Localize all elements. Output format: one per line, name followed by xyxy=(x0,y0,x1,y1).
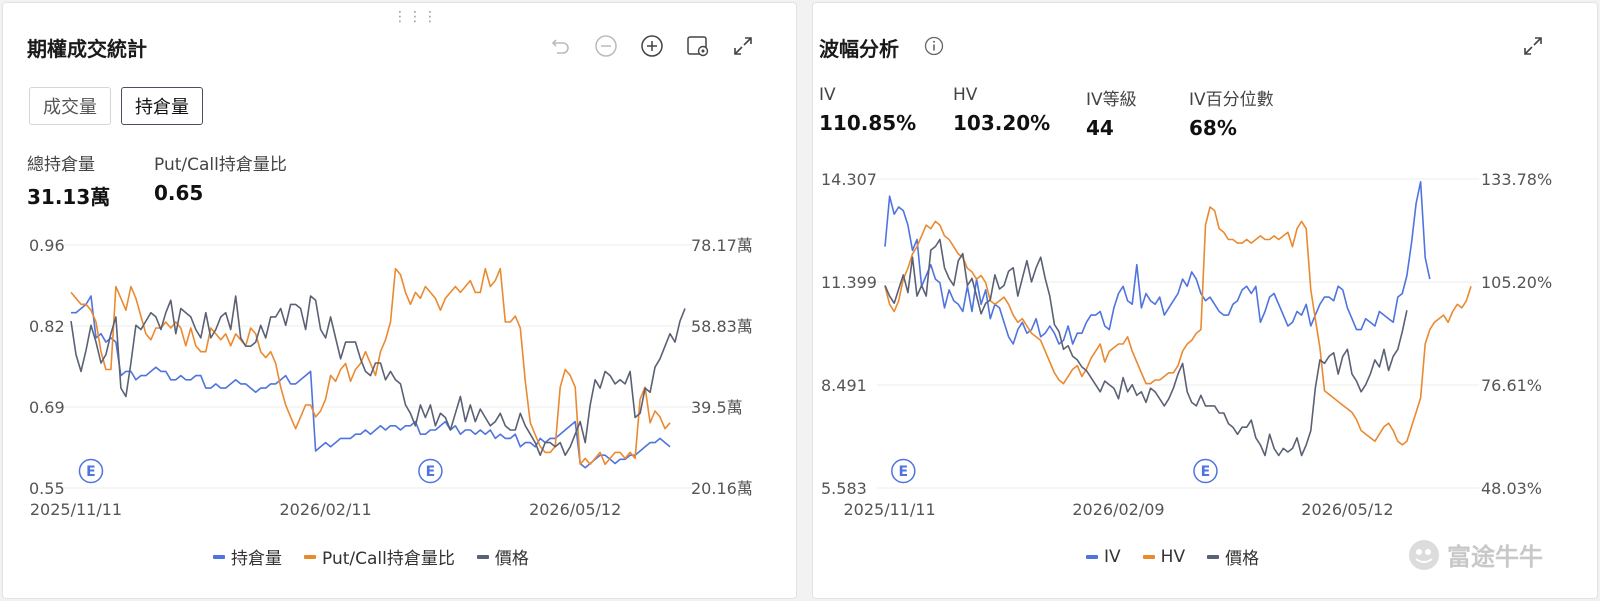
legend-label: Put/Call持倉量比 xyxy=(322,549,455,569)
stat-value: 31.13萬 xyxy=(27,185,111,209)
tab-open-interest[interactable]: 持倉量 xyxy=(121,87,203,125)
event-marker-label: E xyxy=(86,464,96,480)
x-tick-label: 2026/05/12 xyxy=(1301,500,1393,519)
legend-item[interactable]: 價格 xyxy=(476,544,529,569)
legend-swatch xyxy=(1086,554,1098,559)
stat-value: 68% xyxy=(1189,116,1237,140)
event-marker: E xyxy=(78,458,104,484)
stat-label: Put/Call持倉量比 xyxy=(154,155,287,175)
legend-item[interactable]: Put/Call持倉量比 xyxy=(304,544,455,569)
panel-title: 波幅分析 xyxy=(819,37,899,61)
event-marker-label: E xyxy=(1201,464,1211,480)
legend-item[interactable]: 持倉量 xyxy=(213,544,282,569)
y-tick-label-left: 11.399 xyxy=(821,273,877,292)
tab-volume[interactable]: 成交量 xyxy=(29,87,111,125)
stat-value: 0.65 xyxy=(154,181,204,205)
x-tick-label: 2026/02/09 xyxy=(1072,500,1164,519)
zoom-in-icon[interactable] xyxy=(639,33,665,59)
legend-label: 價格 xyxy=(1225,549,1260,569)
drag-handle-icon[interactable]: ⋮⋮⋮ xyxy=(393,9,438,25)
stat-iv-rank: IV等級 44 xyxy=(1086,85,1137,140)
legend-item[interactable]: IV xyxy=(1086,544,1121,569)
legend-swatch xyxy=(476,554,489,559)
y-tick-label-left: 14.307 xyxy=(821,171,877,189)
options-volume-panel: ⋮⋮⋮ 期權成交統計 成交量 持倉量 總持倉量 31.13萬 Put/Call持… xyxy=(2,2,797,599)
y-tick-label-right: 105.20% xyxy=(1481,273,1552,292)
event-marker-label: E xyxy=(426,464,436,480)
stat-value: 110.85% xyxy=(819,111,917,135)
chart-legend: 持倉量 Put/Call持倉量比 價格 xyxy=(213,544,529,569)
chart-legend: IV HV 價格 xyxy=(1086,544,1259,569)
legend-swatch xyxy=(213,554,225,559)
expand-icon[interactable] xyxy=(730,33,756,59)
legend-swatch xyxy=(304,554,316,559)
panel-title: 期權成交統計 xyxy=(27,37,147,61)
series-line xyxy=(71,295,671,469)
event-marker: E xyxy=(891,458,916,484)
stat-value: 103.20% xyxy=(953,111,1051,135)
legend-item[interactable]: HV xyxy=(1142,544,1186,569)
y-tick-label-right: 39.5萬 xyxy=(691,398,743,417)
legend-label: 持倉量 xyxy=(231,549,282,569)
y-tick-label-right: 58.83萬 xyxy=(691,317,753,336)
y-tick-label-right: 20.16萬 xyxy=(691,479,753,498)
x-tick-label: 2025/11/11 xyxy=(30,500,122,519)
stat-label: HV xyxy=(953,85,978,105)
series-line xyxy=(884,206,1472,446)
volatility-panel: 波幅分析 IV 110.85% HV 103.20% IV等級 44 IV百分位… xyxy=(812,2,1598,599)
volatility-chart: 14.307 11.399 8.491 5.583 133.78% 105.20% 76.6… xyxy=(821,171,1552,519)
legend-label: IV xyxy=(1104,546,1121,567)
y-tick-label-right: 78.17萬 xyxy=(691,236,753,255)
y-tick-label-left: 8.491 xyxy=(821,376,867,395)
y-tick-label-left: 5.583 xyxy=(821,479,867,498)
stat-label: 總持倉量 xyxy=(27,155,95,175)
legend-item[interactable]: 價格 xyxy=(1207,544,1259,569)
y-tick-label-right: 76.61% xyxy=(1481,376,1542,395)
stat-iv: IV 110.85% xyxy=(819,85,916,135)
series-line xyxy=(70,295,686,456)
stat-total-oi: 總持倉量 31.13萬 xyxy=(27,150,110,210)
zoom-out-icon[interactable] xyxy=(593,33,619,59)
screenshot-icon[interactable] xyxy=(685,33,711,59)
legend-label: HV xyxy=(1160,546,1186,567)
legend-label: 價格 xyxy=(494,549,529,569)
stat-hv: HV 103.20% xyxy=(953,85,1050,135)
legend-swatch xyxy=(1142,554,1155,559)
watermark: 富途牛牛 xyxy=(1407,537,1543,572)
info-icon[interactable] xyxy=(921,33,947,59)
stat-put-call-ratio: Put/Call持倉量比 0.65 xyxy=(154,150,287,205)
y-tick-label-right: 48.03% xyxy=(1481,479,1542,498)
undo-icon[interactable] xyxy=(548,33,574,59)
event-marker: E xyxy=(1193,458,1218,484)
stat-label: IV xyxy=(819,85,836,105)
watermark-text: 富途牛牛 xyxy=(1447,543,1543,571)
y-tick-label-left: 0.55 xyxy=(29,479,65,498)
metric-tabs: 成交量 持倉量 xyxy=(29,87,203,125)
expand-icon[interactable] xyxy=(1520,33,1546,59)
stat-value: 44 xyxy=(1086,116,1114,140)
open-interest-chart: 0.96 0.82 0.69 0.55 78.17萬 58.83萬 39.5萬 20.16萬 2… xyxy=(29,236,753,519)
stat-label: IV百分位數 xyxy=(1189,90,1274,110)
x-tick-label: 2025/11/11 xyxy=(843,500,935,519)
x-tick-label: 2026/02/11 xyxy=(279,500,371,519)
event-marker-label: E xyxy=(899,464,909,480)
legend-swatch xyxy=(1207,554,1220,559)
y-tick-label-left: 0.69 xyxy=(29,398,65,417)
brand-logo-icon xyxy=(1409,539,1439,570)
series-line xyxy=(884,238,1408,457)
event-marker: E xyxy=(418,458,443,484)
y-tick-label-left: 0.82 xyxy=(29,317,65,336)
x-tick-label: 2026/05/12 xyxy=(529,500,621,519)
series-line xyxy=(884,181,1431,345)
stat-iv-percentile: IV百分位數 68% xyxy=(1189,85,1274,140)
stat-label: IV等級 xyxy=(1086,90,1137,110)
y-tick-label-left: 0.96 xyxy=(29,236,65,255)
y-tick-label-right: 133.78% xyxy=(1481,171,1552,189)
